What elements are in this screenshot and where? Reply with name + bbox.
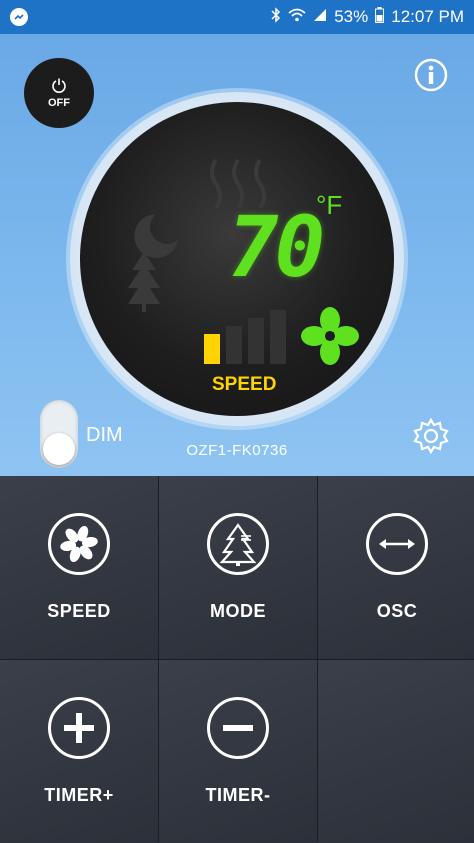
gear-icon [413,417,449,455]
messenger-icon [10,8,28,26]
info-icon [414,58,448,92]
device-id: OZF1-FK0736 [186,442,288,459]
timer-minus-button[interactable]: TIMER- [159,660,317,843]
timer-plus-label: TIMER+ [44,785,114,805]
fan-icon [301,307,359,365]
mode-button-label: MODE [210,601,266,621]
speed-level-bars [204,310,286,364]
speed-bar [270,310,286,364]
battery-icon [375,6,385,28]
speed-button[interactable]: SPEED [0,476,158,659]
power-icon [52,78,66,93]
tree-icon [207,513,269,575]
signal-icon [313,7,327,27]
mode-button[interactable]: MODE [159,476,317,659]
status-bar: 53% 12:07 PM [0,0,474,34]
speed-button-label: SPEED [47,601,111,621]
speed-bar [248,318,264,364]
info-button[interactable] [414,58,448,92]
osc-button[interactable]: OSC [318,476,474,659]
battery-percent: 53% [334,7,369,26]
settings-button[interactable] [412,417,450,455]
moon-icon [134,214,178,258]
empty-cell [318,660,474,843]
speed-bar [226,326,242,364]
wifi-icon [288,7,306,27]
power-label: OFF [48,97,70,109]
tree-icon [128,252,160,312]
control-grid: SPEED MODE OSC TIMER+ TIMER- [0,476,474,843]
fan-display-panel: OFF 70 °F SPEED DIM OZF1-FK0736 [0,34,474,476]
power-button[interactable]: OFF [24,58,94,128]
temperature-readout: 70 [228,198,325,296]
fan-icon [48,513,110,575]
minus-icon [207,697,269,759]
speed-label: SPEED [212,374,277,395]
timer-plus-button[interactable]: TIMER+ [0,660,158,843]
clock: 12:07 PM [391,7,464,26]
speed-bar [204,334,220,364]
double-arrow-icon [366,513,428,575]
temperature-unit: °F [316,190,343,220]
timer-minus-label: TIMER- [205,785,271,805]
plus-icon [48,697,110,759]
osc-button-label: OSC [376,601,418,621]
dial: 70 °F SPEED [70,92,404,426]
bluetooth-icon [271,6,281,28]
display-screen: 70 °F SPEED [80,102,394,416]
